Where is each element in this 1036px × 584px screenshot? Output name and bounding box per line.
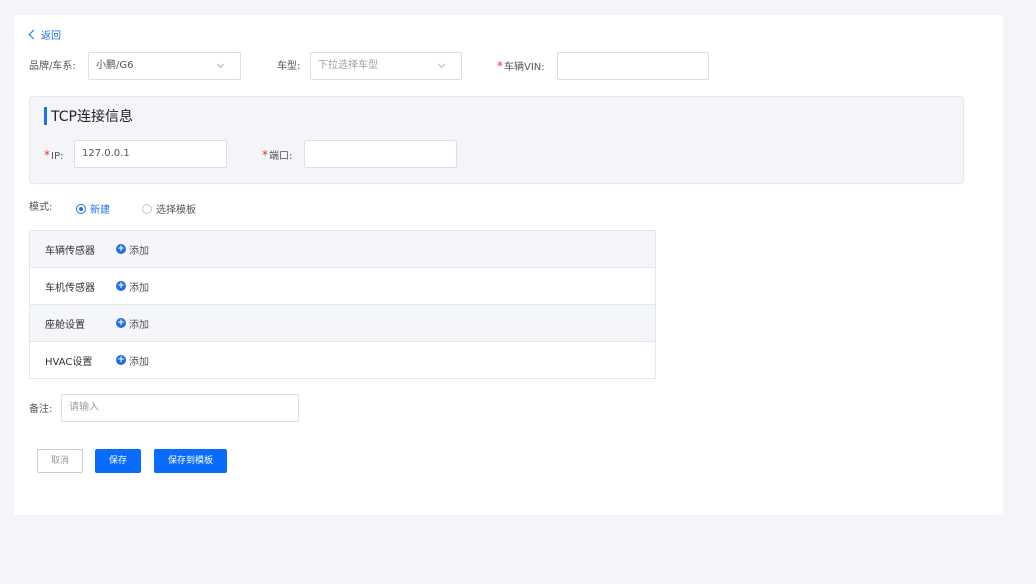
add-label: 添加 [129,282,149,294]
model-select[interactable]: 下拉选择车型 [310,52,462,80]
vin-label-wrap: *车辆VIN: [497,59,545,75]
table-row: HVAC设置 + 添加 [30,342,655,378]
radio-unchecked-icon [142,203,152,214]
ip-value: 127.0.0.1 [82,148,130,159]
required-asterisk: * [44,148,50,162]
mode-option-new[interactable]: 新建 [76,201,110,216]
row-label: 座舱设置 [45,319,85,331]
tcp-section: TCP连接信息 *IP: 127.0.0.1 *端口: [29,96,964,184]
chevron-left-icon [28,29,39,40]
tcp-title: TCP连接信息 [44,107,133,125]
save-template-button[interactable]: 保存到模板 [154,449,227,473]
table-row: 车辆传感器 + 添加 [30,231,655,268]
save-button[interactable]: 保存 [95,449,141,473]
row-label: HVAC设置 [45,356,93,368]
section-accent-bar [44,107,47,125]
port-label: 端口: [269,151,293,162]
brand-select[interactable]: 小鹏/G6 [88,52,241,80]
vin-input[interactable] [557,52,709,80]
add-button[interactable]: + 添加 [116,316,149,331]
add-label: 添加 [129,356,149,368]
ip-input[interactable]: 127.0.0.1 [74,140,227,168]
required-asterisk: * [262,148,268,162]
ip-label: IP: [51,151,64,162]
mode-option-label: 新建 [90,205,110,216]
port-label-wrap: *端口: [262,148,292,164]
add-button[interactable]: + 添加 [116,279,149,294]
mode-option-label: 选择模板 [156,205,196,216]
back-link[interactable]: 返回 [28,27,61,42]
add-button[interactable]: + 添加 [116,353,149,368]
remark-input[interactable]: 请输入 [61,394,299,422]
cancel-button[interactable]: 取消 [37,449,83,473]
model-label: 车型: [277,61,301,72]
chevron-down-icon [437,60,446,69]
ip-label-wrap: *IP: [44,148,63,164]
required-asterisk: * [497,59,503,73]
brand-value: 小鹏/G6 [96,60,134,71]
back-label: 返回 [41,31,61,42]
plus-circle-icon: + [116,281,126,291]
remark-placeholder: 请输入 [69,402,99,413]
radio-checked-icon [76,203,86,214]
table-row: 车机传感器 + 添加 [30,268,655,305]
sensor-table: 车辆传感器 + 添加 车机传感器 + 添加 座舱设置 + 添加 HVAC设置 + 添加 [29,230,656,379]
mode-option-template[interactable]: 选择模板 [142,201,196,216]
plus-circle-icon: + [116,355,126,365]
mode-label: 模式: [29,202,53,213]
add-label: 添加 [129,245,149,257]
brand-label: 品牌/车系: [29,61,76,72]
add-label: 添加 [129,319,149,331]
row-label: 车机传感器 [45,282,95,294]
vin-label: 车辆VIN: [504,62,545,73]
chevron-down-icon [216,60,225,69]
row-label: 车辆传感器 [45,245,95,257]
model-placeholder: 下拉选择车型 [318,60,378,71]
plus-circle-icon: + [116,318,126,328]
plus-circle-icon: + [116,244,126,254]
table-row: 座舱设置 + 添加 [30,305,655,342]
tcp-title-text: TCP连接信息 [51,109,133,125]
port-input[interactable] [304,140,457,168]
remark-label: 备注: [29,404,53,415]
form-card: 返回 品牌/车系: 小鹏/G6 车型: 下拉选择车型 *车辆VIN: TCP连接… [14,15,1003,515]
add-button[interactable]: + 添加 [116,242,149,257]
